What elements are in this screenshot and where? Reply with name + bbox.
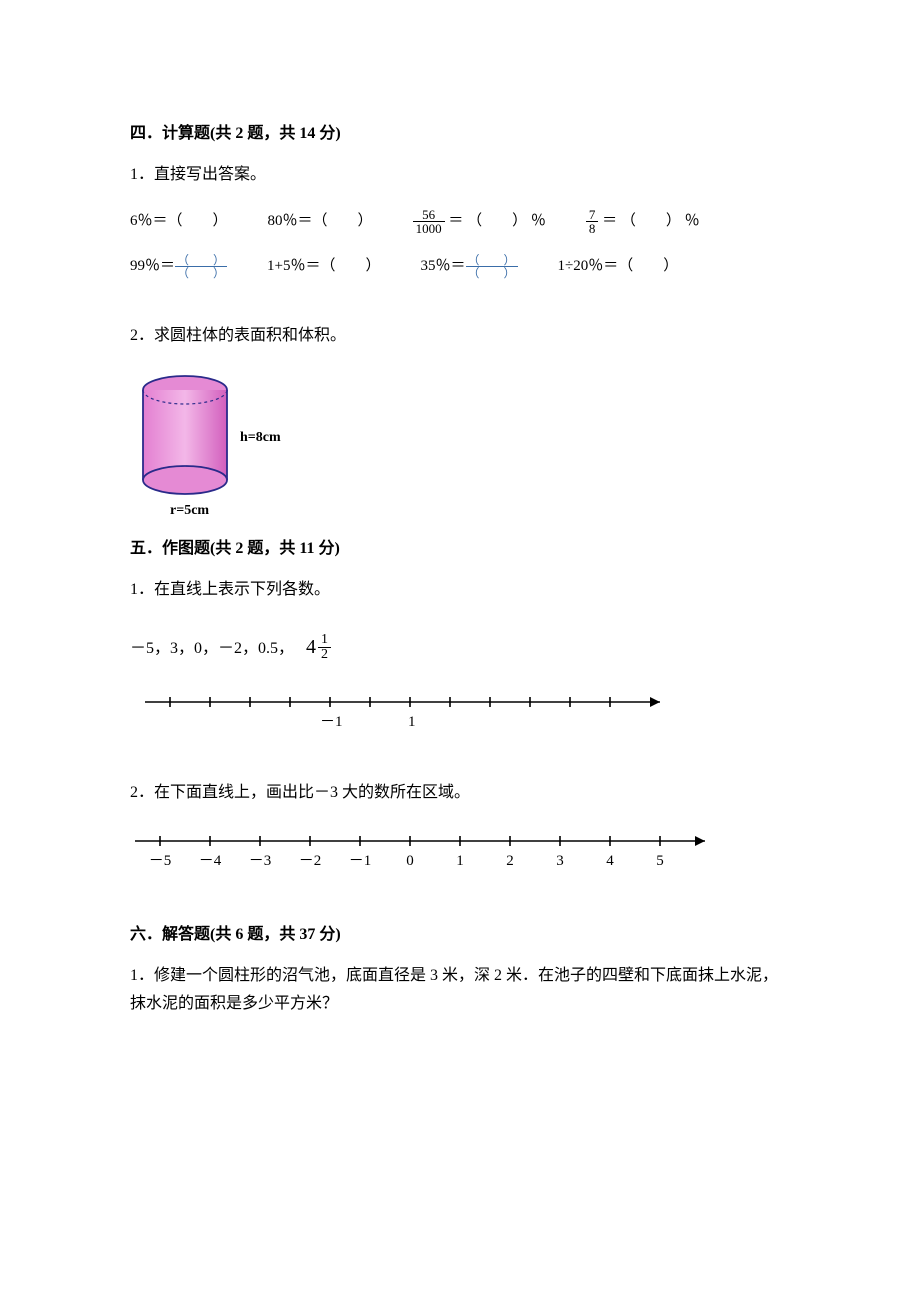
numerator: 56: [413, 208, 445, 222]
eq-6pct: 6％＝（ ）: [130, 208, 228, 235]
s4-q1-row1: 6％＝（ ） 80％＝（ ） 56 1000 ＝ （ ） ％ 7 8 ＝ （ ）…: [130, 208, 790, 235]
lhs: 1+5％＝: [267, 258, 320, 274]
cylinder-r-label: r=5cm: [170, 498, 209, 523]
s4-q1: 1．直接写出答案。: [130, 161, 790, 190]
nl2-l0: －5: [149, 848, 172, 875]
pct-suffix: ％: [681, 213, 700, 229]
lhs: 1÷20％＝: [558, 258, 619, 274]
lhs: 99％＝: [130, 258, 175, 274]
eq-mid: ＝: [445, 213, 468, 229]
values-list: －5，3，0，－2，0.5，: [130, 640, 294, 657]
cylinder-h-label: h=8cm: [240, 425, 281, 450]
s5-q1: 1．在直线上表示下列各数。: [130, 576, 790, 605]
blank: （ ）: [321, 258, 381, 274]
mixed-bot: 2: [318, 648, 331, 662]
nl2-l2: －3: [249, 848, 272, 875]
lhs: 6％＝: [130, 213, 168, 229]
blank-fraction: （ ） （ ）: [466, 254, 518, 279]
section-4-title: 四．计算题(共 2 题，共 14 分): [130, 120, 790, 149]
eq-7over8: 7 8 ＝ （ ） ％: [586, 208, 700, 235]
s4-q2: 2．求圆柱体的表面积和体积。: [130, 322, 790, 351]
blank: （ ）: [621, 213, 681, 229]
eq-35pct: 35％＝ （ ） （ ）: [421, 253, 518, 280]
s6-q1: 1．修建一个圆柱形的沼气池，底面直径是 3 米，深 2 米．在池子的四壁和下底面…: [130, 962, 790, 1020]
denominator: 1000: [413, 222, 445, 235]
nl2-l1: －4: [199, 848, 222, 875]
nl2-l5: 0: [406, 848, 414, 875]
denominator: 8: [586, 222, 599, 235]
section-6-title: 六．解答题(共 6 题，共 37 分): [130, 921, 790, 950]
nl2-l6: 1: [456, 848, 464, 875]
fraction: 56 1000: [413, 208, 445, 235]
blank: （ ）: [313, 213, 373, 229]
eq-99pct: 99％＝ （ ） （ ）: [130, 253, 227, 280]
mixed-frac: 1 2: [318, 633, 331, 662]
blank-bot: （ ）: [466, 267, 518, 279]
nl1-pos1: 1: [408, 709, 416, 736]
section-5-title: 五．作图题(共 2 题，共 11 分): [130, 535, 790, 564]
eq-80pct: 80％＝（ ）: [268, 208, 373, 235]
number-line-2: －5 －4 －3 －2 －1 0 1 2 3 4 5: [130, 826, 720, 881]
number-line-1: －1 1: [140, 687, 680, 737]
eq-mid: ＝: [598, 213, 621, 229]
fraction: 7 8: [586, 208, 599, 235]
lhs: 80％＝: [268, 213, 313, 229]
pct-suffix: ％: [527, 213, 546, 229]
s5-q2: 2．在下面直线上，画出比－3 大的数所在区域。: [130, 779, 790, 808]
nl2-l4: －1: [349, 848, 372, 875]
eq-1plus5pct: 1+5％＝（ ）: [267, 253, 380, 280]
blank: （ ）: [467, 213, 527, 229]
blank-top: （ ）: [175, 254, 227, 267]
s5-q1-values: －5，3，0，－2，0.5， 4 1 2: [130, 629, 790, 665]
numerator: 7: [586, 208, 599, 222]
blank: （ ）: [168, 213, 228, 229]
cylinder-figure: h=8cm r=5cm: [130, 370, 330, 515]
mixed-number: 4 1 2: [306, 629, 331, 665]
lhs: 35％＝: [421, 258, 466, 274]
blank-top: （ ）: [466, 254, 518, 267]
blank-bot: （ ）: [175, 267, 227, 279]
nl2-l8: 3: [556, 848, 564, 875]
eq-56over1000: 56 1000 ＝ （ ） ％: [413, 208, 546, 235]
nl1-neg1: －1: [320, 709, 343, 736]
mixed-whole: 4: [306, 629, 316, 665]
nl2-l10: 5: [656, 848, 664, 875]
s4-q1-row2: 99％＝ （ ） （ ） 1+5％＝（ ） 35％＝ （ ） （ ） 1÷20％…: [130, 253, 790, 280]
eq-1div20pct: 1÷20％＝（ ）: [558, 253, 679, 280]
nl2-l9: 4: [606, 848, 614, 875]
mixed-top: 1: [318, 633, 331, 648]
nl2-l3: －2: [299, 848, 322, 875]
nl2-l7: 2: [506, 848, 514, 875]
cylinder-icon: [130, 370, 240, 510]
blank-fraction: （ ） （ ）: [175, 254, 227, 279]
blank: （ ）: [618, 258, 678, 274]
